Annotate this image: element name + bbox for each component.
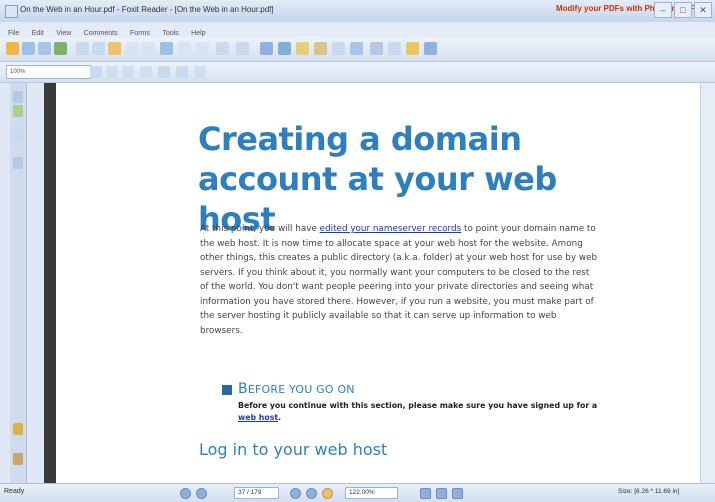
zoom-dropdown-icon[interactable] — [90, 66, 102, 78]
security-panel-icon[interactable] — [13, 423, 23, 435]
stamp-icon[interactable] — [388, 42, 401, 55]
zoom-out-icon[interactable] — [106, 66, 118, 78]
pages-panel-icon[interactable] — [13, 129, 23, 141]
continuous-view-icon[interactable] — [436, 488, 447, 499]
note-text: Before you continue with this section, p… — [238, 401, 598, 410]
fit-page-icon[interactable] — [178, 42, 191, 55]
continuous-icon[interactable] — [278, 42, 291, 55]
note-end: . — [278, 413, 282, 422]
attachments-panel-icon[interactable] — [13, 453, 23, 465]
image-icon[interactable] — [370, 42, 383, 55]
fit-width-icon[interactable] — [196, 42, 209, 55]
main-toolbar — [0, 37, 715, 62]
menu-bar: File Edit View Comments Forms Tools Help — [0, 22, 715, 37]
menu-forms[interactable]: Forms — [130, 30, 150, 37]
bullet-square-icon — [222, 385, 232, 395]
snapshot-icon[interactable] — [142, 42, 155, 55]
arrow-icon[interactable] — [424, 42, 437, 55]
typewriter-icon[interactable] — [314, 42, 327, 55]
facing-view-icon[interactable] — [452, 488, 463, 499]
paragraph-text-before: At this point, you will have — [200, 224, 320, 234]
thumbnail-icon[interactable] — [194, 66, 206, 78]
rotate-left-icon[interactable] — [216, 42, 229, 55]
minimize-icon[interactable]: – — [654, 2, 672, 18]
panel-splitter[interactable] — [44, 83, 56, 483]
navigation-panel — [0, 83, 44, 483]
menu-view[interactable]: View — [56, 30, 71, 37]
next-page-nav-icon[interactable] — [290, 488, 301, 499]
maximize-icon[interactable]: □ — [674, 2, 692, 18]
menu-edit[interactable]: Edit — [32, 30, 44, 37]
title-bar: On the Web in an Hour.pdf - Foxit Reader… — [0, 0, 715, 23]
page-size-readout: Size: [8.26 * 11.69 in] — [618, 488, 680, 495]
find-icon[interactable] — [158, 66, 170, 78]
marquee-zoom-icon[interactable] — [140, 66, 152, 78]
window-title: On the Web in an Hour.pdf - Foxit Reader… — [20, 5, 274, 14]
rotate-right-icon[interactable] — [236, 42, 249, 55]
body-paragraph: At this point, you will have edited your… — [200, 222, 598, 338]
email-icon[interactable] — [54, 42, 67, 55]
before-heading-initial: B — [238, 381, 248, 397]
close-icon[interactable]: ✕ — [694, 2, 712, 18]
single-page-icon[interactable] — [260, 42, 273, 55]
status-ready: Ready — [4, 488, 25, 495]
secondary-toolbar: 100% — [0, 62, 715, 83]
before-heading-rest: EFORE YOU GO ON — [247, 383, 355, 396]
window-controls: – □ ✕ — [654, 2, 712, 18]
back-nav-icon[interactable] — [322, 488, 333, 499]
previous-page-icon[interactable] — [92, 42, 105, 55]
web-host-link[interactable]: web host — [238, 413, 278, 422]
previous-page-nav-icon[interactable] — [196, 488, 207, 499]
note-paragraph: Before you continue with this section, p… — [238, 400, 598, 424]
section-heading: Log in to your web host — [199, 440, 388, 459]
nameserver-link[interactable]: edited your nameserver records — [320, 224, 462, 234]
menu-file[interactable]: File — [8, 30, 19, 37]
single-page-view-icon[interactable] — [420, 488, 431, 499]
bookmarks-panel-icon[interactable] — [13, 105, 23, 117]
form-icon[interactable] — [350, 42, 363, 55]
collapse-arrow-icon[interactable] — [13, 91, 23, 103]
status-bar: Ready 37 / 179 122.00% Size: [8.26 * 11.… — [0, 483, 715, 502]
print-icon[interactable] — [38, 42, 51, 55]
layers-panel-icon[interactable] — [13, 157, 23, 169]
menu-tools[interactable]: Tools — [162, 30, 178, 37]
zoom-field[interactable]: 122.00% — [345, 487, 398, 499]
before-you-go-on-heading: BEFORE YOU GO ON — [238, 381, 355, 397]
page-title: Creating a domain account at your web ho… — [198, 120, 557, 238]
hand-tool-icon[interactable] — [108, 42, 121, 55]
zoom-in-icon[interactable] — [160, 42, 173, 55]
document-page: Creating a domain account at your web ho… — [56, 83, 700, 483]
first-page-icon[interactable] — [76, 42, 89, 55]
actual-size-icon[interactable] — [122, 66, 134, 78]
note-icon[interactable] — [332, 42, 345, 55]
first-page-nav-icon[interactable] — [180, 488, 191, 499]
app-icon — [5, 5, 18, 18]
open-icon[interactable] — [6, 42, 19, 55]
annotate-icon[interactable] — [296, 42, 309, 55]
save-icon[interactable] — [22, 42, 35, 55]
menu-comments[interactable]: Comments — [84, 30, 118, 37]
vertical-scrollbar[interactable] — [700, 83, 715, 483]
zoom-combo[interactable]: 100% — [6, 65, 91, 79]
last-page-nav-icon[interactable] — [306, 488, 317, 499]
highlight-icon[interactable] — [406, 42, 419, 55]
page-number-field[interactable]: 37 / 179 — [234, 487, 279, 499]
paragraph-text-after: to point your domain name to the web hos… — [200, 224, 598, 336]
select-text-icon[interactable] — [126, 42, 139, 55]
menu-help[interactable]: Help — [191, 30, 205, 37]
bookmark-icon[interactable] — [176, 66, 188, 78]
